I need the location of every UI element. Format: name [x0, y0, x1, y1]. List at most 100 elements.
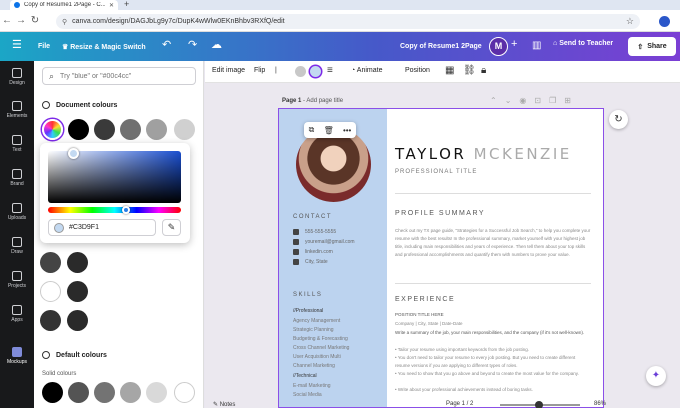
photo-color-swatch-2[interactable] — [67, 252, 88, 273]
add-page-title[interactable]: - Add page title — [303, 98, 343, 104]
rail-apps[interactable]: Apps — [0, 305, 34, 323]
hide-page-icon[interactable]: ◉ — [519, 96, 534, 105]
photo-color-swatch-1[interactable] — [40, 252, 61, 273]
resize-magic-switch-button[interactable]: ♛ Resize & Magic Switch — [62, 43, 146, 51]
color-swatch-gray[interactable] — [120, 119, 141, 140]
rail-draw[interactable]: Draw — [0, 237, 34, 255]
rail-uploads[interactable]: Uploads — [0, 203, 34, 221]
apps-icon — [12, 305, 22, 315]
experience-bullet[interactable]: • You need to show that you go above and… — [395, 370, 591, 378]
color-search[interactable]: ⌕ — [42, 67, 196, 85]
magic-assistant-icon[interactable]: ✦ — [646, 366, 666, 386]
rail-brand[interactable]: Brand — [0, 169, 34, 187]
photo-color-swatch-4[interactable] — [67, 281, 88, 302]
color-swatch-silver[interactable] — [174, 119, 195, 140]
color-swatch-black[interactable] — [68, 119, 89, 140]
delete-icon[interactable]: 🗑︎ — [324, 126, 334, 135]
resume-sidebar[interactable]: CONTACT 555-555-5555 youremail@gmail.com… — [279, 109, 387, 407]
rail-elements[interactable]: Elements — [0, 101, 34, 119]
user-avatar[interactable]: M — [489, 37, 508, 56]
link-icon[interactable]: ⛓ — [463, 65, 476, 76]
page-down-icon[interactable]: ⌄ — [505, 96, 520, 105]
default-swatch-3[interactable] — [94, 382, 115, 403]
profile-photo[interactable] — [296, 127, 371, 202]
insights-icon[interactable]: ▥ — [532, 40, 541, 51]
profile-summary-text[interactable]: Check out my TX page guide, "Strategies … — [395, 227, 591, 259]
duplicate-icon[interactable]: ⧉ — [309, 125, 315, 135]
experience-bullet[interactable]: • You don't need to tailor your resume t… — [395, 354, 591, 370]
resume-name[interactable]: TAYLOR MCKENZIE — [395, 145, 572, 163]
back-icon[interactable]: ← — [0, 15, 14, 26]
hue-handle[interactable] — [122, 206, 130, 214]
experience-bullet[interactable]: • Write about your professional achievem… — [395, 386, 591, 394]
skill-item: Channel Marketing — [293, 363, 335, 369]
notes-button[interactable]: ✎ Notes — [213, 401, 235, 408]
browser-tab[interactable]: Copy of Resume1 2Page - C... ✕ — [10, 0, 118, 10]
position-title[interactable]: POSITION TITLE HERE — [395, 311, 591, 319]
rail-label: Elements — [6, 113, 28, 119]
duplicate-page-icon[interactable]: ❐ — [549, 96, 564, 105]
saturation-handle[interactable] — [68, 148, 79, 159]
color-swatch-light-gray[interactable] — [146, 119, 167, 140]
experience-bullet[interactable]: • Tailor your resume using important key… — [395, 346, 591, 354]
zoom-slider-handle[interactable] — [535, 401, 543, 408]
file-menu[interactable]: File — [38, 43, 50, 50]
more-options-icon[interactable]: ••• — [343, 126, 351, 135]
rail-text[interactable]: Text — [0, 135, 34, 153]
add-color-swatch[interactable] — [42, 119, 63, 140]
document-title[interactable]: Copy of Resume1 2Page — [400, 43, 482, 50]
hue-slider[interactable] — [48, 207, 181, 213]
rail-design[interactable]: Design — [0, 68, 34, 86]
edit-image-button[interactable]: Edit image — [212, 67, 245, 74]
fill-color-swatch[interactable] — [310, 66, 321, 77]
photo-color-swatch-6[interactable] — [67, 310, 88, 331]
position-button[interactable]: Position — [405, 67, 430, 74]
send-to-teacher-button[interactable]: ⌂ Send to Teacher — [553, 40, 613, 47]
color-search-input[interactable] — [60, 72, 181, 80]
border-color-swatch[interactable] — [295, 66, 306, 77]
site-info-icon[interactable]: ⚲ — [62, 18, 67, 26]
color-swatch-dark-gray[interactable] — [94, 119, 115, 140]
add-collaborator-icon[interactable]: + — [511, 38, 517, 50]
default-swatch-6[interactable] — [174, 382, 195, 403]
zoom-level[interactable]: 86% — [594, 401, 606, 407]
company-line[interactable]: Company | City, State | Date-Date — [395, 320, 591, 328]
transparency-icon[interactable]: ▦ — [445, 65, 454, 76]
resume-page[interactable]: CONTACT 555-555-5555 youremail@gmail.com… — [278, 108, 604, 408]
browser-profile-icon[interactable] — [659, 16, 670, 27]
default-swatch-1[interactable] — [42, 382, 63, 403]
close-tab-icon[interactable]: ✕ — [109, 2, 114, 9]
saturation-area[interactable] — [48, 151, 181, 203]
lock-icon[interactable]: 🔒︎ — [481, 65, 486, 76]
eyedropper-icon[interactable]: ✎ — [162, 219, 181, 236]
add-page-icon[interactable]: ⊞ — [564, 96, 579, 105]
border-style-icon[interactable]: ≡ — [327, 65, 333, 76]
page-counter[interactable]: Page 1 / 2 — [446, 401, 473, 407]
professional-title[interactable]: PROFESSIONAL TITLE — [395, 169, 477, 175]
rail-mockups[interactable]: Mockups — [0, 347, 34, 365]
default-swatch-5[interactable] — [146, 382, 167, 403]
reload-icon[interactable]: ↻ — [28, 15, 42, 26]
flip-button[interactable]: Flip — [254, 67, 265, 74]
profile-summary-heading[interactable]: PROFILE SUMMARY — [395, 210, 485, 217]
photo-color-swatch-3[interactable] — [40, 281, 61, 302]
default-swatch-4[interactable] — [120, 382, 141, 403]
refresh-icon[interactable]: ↻ — [609, 110, 628, 129]
page-up-icon[interactable]: ⌃ — [490, 96, 505, 105]
lock-page-icon[interactable]: ⊡ — [534, 96, 549, 105]
bookmark-star-icon[interactable]: ☆ — [626, 16, 634, 27]
experience-heading[interactable]: EXPERIENCE — [395, 296, 455, 303]
forward-icon[interactable]: → — [14, 15, 28, 26]
hex-input[interactable]: #C3D9F1 — [48, 219, 156, 236]
redo-icon[interactable]: ↷ — [188, 38, 197, 51]
photo-color-swatch-5[interactable] — [40, 310, 61, 331]
experience-summary[interactable]: Write a summary of the job, your main re… — [395, 329, 591, 337]
share-button[interactable]: ⇧ Share — [628, 37, 676, 56]
animate-button[interactable]: ◔ Animate — [351, 67, 382, 74]
address-bar[interactable]: ⚲ canva.com/design/DAGJbLg9y7c/DupK4wWlw… — [56, 14, 640, 29]
default-swatch-2[interactable] — [68, 382, 89, 403]
undo-icon[interactable]: ↶ — [162, 38, 171, 51]
new-tab-icon[interactable]: + — [124, 0, 129, 9]
menu-icon[interactable]: ☰ — [12, 38, 22, 51]
rail-projects[interactable]: Projects — [0, 271, 34, 289]
